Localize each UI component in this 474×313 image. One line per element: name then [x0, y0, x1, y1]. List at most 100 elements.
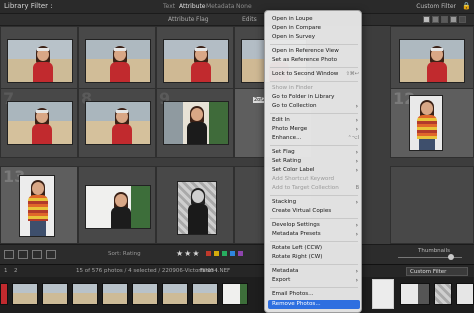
filmstrip-thumbnail[interactable]	[456, 283, 474, 305]
filter-label: Filter :	[200, 268, 218, 274]
photo-thumbnail[interactable]	[7, 101, 73, 145]
filmstrip-thumbnail[interactable]	[222, 283, 248, 305]
menu-add-to-target-collection: Add to Target Collection B	[272, 185, 359, 191]
filmstrip-thumbnail[interactable]	[192, 283, 218, 305]
library-filter-title: Library Filter :	[4, 2, 53, 10]
menu-open-in-loupe[interactable]: Open in Loupe	[265, 15, 361, 24]
grid-cell[interactable]	[390, 26, 474, 96]
submenu-chevron-icon: ›	[355, 199, 358, 206]
grid-cell[interactable]: 7	[0, 88, 78, 158]
lock-icon[interactable]: 🔒	[462, 2, 471, 11]
menu-open-in-compare[interactable]: Open in Compare	[265, 24, 361, 33]
grid-cell[interactable]	[156, 166, 234, 244]
grid-cell[interactable]	[390, 166, 474, 244]
grid-cell[interactable]: 9	[156, 88, 234, 158]
color-swatch[interactable]	[459, 16, 466, 23]
photo-thumbnail[interactable]	[85, 101, 151, 145]
page-1[interactable]: 1	[4, 268, 8, 274]
menu-photo-merge[interactable]: Photo Merge ›	[265, 125, 361, 134]
grid-cell[interactable]: 12	[390, 88, 474, 158]
filmstrip-thumbnail[interactable]	[162, 283, 188, 305]
custom-filter-dropdown[interactable]: Custom Filter	[416, 3, 456, 10]
grid-cell[interactable]	[78, 26, 156, 96]
menu-set-as-reference-photo[interactable]: Set as Reference Photo	[265, 56, 361, 65]
page-2[interactable]: 2	[14, 268, 18, 274]
photo-thumbnail[interactable]	[7, 39, 73, 83]
filmstrip-thumbnail[interactable]	[72, 283, 98, 305]
library-toolbar: Sort: Rating ★★★ Thumbnails	[0, 244, 474, 264]
menu-export[interactable]: Export ›	[265, 276, 361, 285]
menu-set-rating[interactable]: Set Rating ›	[265, 157, 361, 166]
filmstrip-thumbnail[interactable]	[0, 283, 8, 305]
grid-view-button[interactable]	[4, 250, 14, 259]
grid-cell[interactable]: 13	[0, 166, 78, 244]
photo-thumbnail[interactable]	[163, 101, 229, 145]
flag-label[interactable]: Flag	[196, 16, 209, 23]
photo-thumbnail[interactable]	[163, 39, 229, 83]
filmstrip-custom-filter[interactable]: Custom Filter	[406, 267, 468, 276]
edits-label[interactable]: Edits	[242, 16, 257, 23]
survey-view-button[interactable]	[46, 250, 56, 259]
filmstrip-thumbnail[interactable]	[12, 283, 38, 305]
menu-lock-to-second-window[interactable]: Lock to Second Window ⇧⌘↩	[265, 70, 361, 79]
photo-thumbnail[interactable]	[85, 39, 151, 83]
menu-set-flag[interactable]: Set Flag ›	[265, 148, 361, 157]
sort-value[interactable]: Rating	[123, 251, 141, 257]
menu-edit-in[interactable]: Edit In ›	[265, 116, 361, 125]
rating-stars[interactable]: ★★★	[176, 249, 201, 258]
color-label-green[interactable]	[222, 251, 227, 256]
menu-separator	[270, 67, 358, 68]
filter-tab-attribute[interactable]: Attribute	[179, 3, 206, 10]
color-swatch[interactable]	[432, 16, 439, 23]
menu-separator	[270, 113, 358, 114]
color-label-filter[interactable]	[423, 16, 466, 23]
menu-rotate-right[interactable]: Rotate Right (CW)	[265, 253, 361, 262]
filter-tab-none[interactable]: None	[236, 3, 252, 10]
color-label-red[interactable]	[206, 251, 211, 256]
loupe-view-button[interactable]	[18, 250, 28, 259]
slider-knob[interactable]	[448, 254, 454, 260]
compare-view-button[interactable]	[32, 250, 42, 259]
menu-develop-settings[interactable]: Develop Settings ›	[265, 221, 361, 230]
menu-enhance[interactable]: Enhance... ⌃⌥I	[265, 134, 361, 143]
menu-rotate-left[interactable]: Rotate Left (CCW)	[265, 244, 361, 253]
filmstrip-thumbnail[interactable]	[132, 283, 158, 305]
filmstrip-thumbnail[interactable]	[102, 283, 128, 305]
photo-thumbnail[interactable]	[85, 185, 151, 229]
grid-cell[interactable]	[0, 26, 78, 96]
menu-open-in-survey[interactable]: Open in Survey	[265, 33, 361, 42]
menu-create-virtual-copies[interactable]: Create Virtual Copies	[265, 207, 361, 216]
grid-cell[interactable]: 8	[78, 88, 156, 158]
photo-thumbnail[interactable]	[409, 95, 443, 151]
menu-go-to-folder-in-library[interactable]: Go to Folder in Library	[265, 93, 361, 102]
filter-tab-text[interactable]: Text	[163, 3, 175, 10]
photo-context-menu: Open in Loupe Open in Compare Open in Su…	[264, 10, 362, 313]
color-swatch[interactable]	[450, 16, 457, 23]
color-label-yellow[interactable]	[214, 251, 219, 256]
filmstrip-thumbnail[interactable]	[42, 283, 68, 305]
menu-set-color-label[interactable]: Set Color Label ›	[265, 166, 361, 175]
menu-remove-photos[interactable]: Remove Photos...	[268, 300, 360, 309]
filter-tab-metadata[interactable]: Metadata	[206, 3, 234, 10]
color-swatch[interactable]	[423, 16, 430, 23]
attribute-label: Attribute	[168, 16, 195, 23]
menu-email-photos[interactable]: Email Photos...	[265, 290, 361, 299]
color-label-blue[interactable]	[230, 251, 235, 256]
color-label-purple[interactable]	[238, 251, 243, 256]
grid-cell[interactable]	[156, 26, 234, 96]
color-swatch[interactable]	[441, 16, 448, 23]
menu-metadata[interactable]: Metadata ›	[265, 267, 361, 276]
submenu-chevron-icon: ›	[355, 126, 358, 133]
filmstrip-thumbnail[interactable]	[400, 283, 430, 305]
menu-show-in-finder: Show in Finder	[272, 85, 313, 91]
menu-open-in-reference-view[interactable]: Open in Reference View	[265, 47, 361, 56]
menu-stacking[interactable]: Stacking ›	[265, 198, 361, 207]
photo-thumbnail[interactable]	[19, 175, 55, 237]
filmstrip-thumbnail[interactable]	[434, 283, 452, 305]
menu-metadata-presets[interactable]: Metadata Presets ›	[265, 230, 361, 239]
menu-go-to-collection[interactable]: Go to Collection ›	[265, 102, 361, 111]
photo-thumbnail[interactable]	[399, 39, 465, 83]
photo-thumbnail[interactable]	[177, 181, 217, 235]
grid-cell[interactable]	[78, 166, 156, 244]
filmstrip-thumbnail-selected[interactable]	[372, 279, 394, 309]
